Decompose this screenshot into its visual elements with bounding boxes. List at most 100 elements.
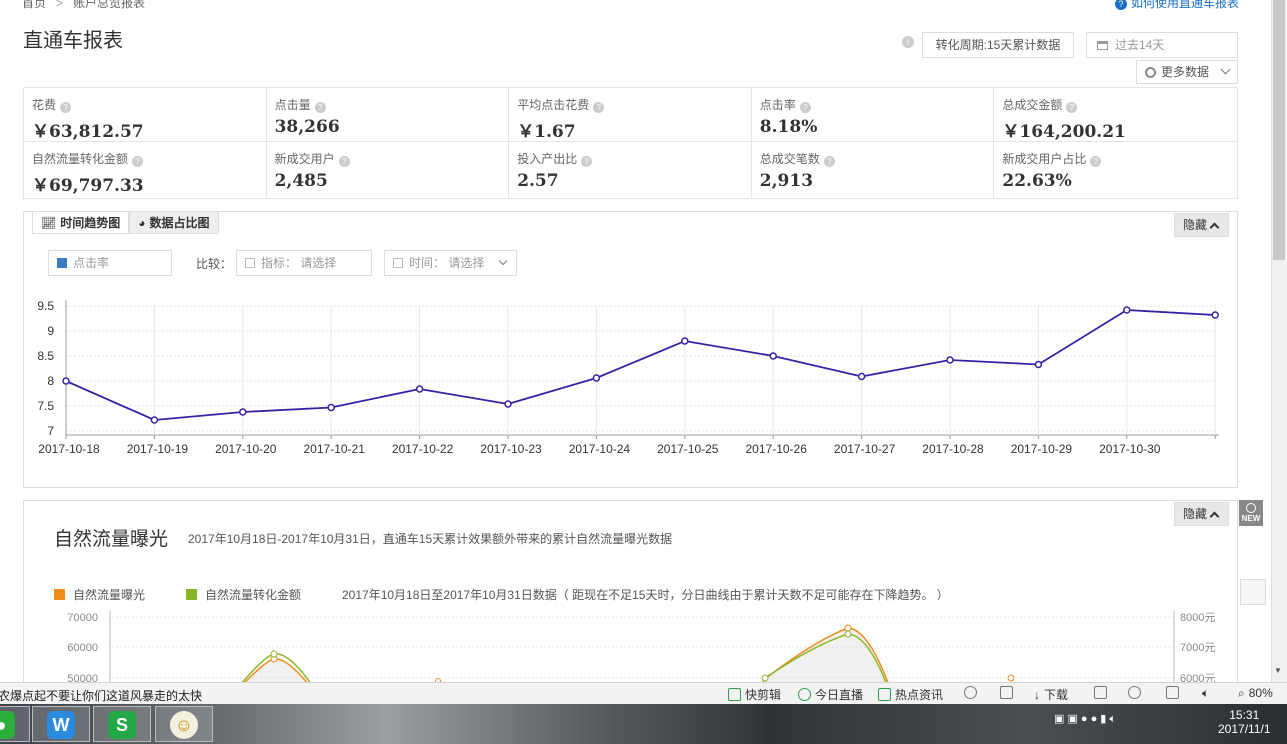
taskbar-app-browser[interactable]: ☺: [155, 706, 213, 742]
scroll-down-arrow-icon[interactable]: ▼: [1274, 666, 1282, 675]
taskbar-app-wechat[interactable]: ●: [0, 706, 30, 742]
x-tick-label: 2017-10-30: [1099, 442, 1161, 456]
help-icon[interactable]: ?: [314, 102, 326, 113]
breadcrumb-current: 账户总览报表: [73, 0, 146, 10]
metric-card: 花费? ￥63,812.57: [24, 88, 267, 142]
date-range-picker[interactable]: 过去14天: [1086, 32, 1238, 58]
status-quick-edit[interactable]: 快剪辑: [728, 686, 781, 703]
help-icon[interactable]: ?: [338, 156, 350, 167]
help-icon[interactable]: ?: [60, 102, 72, 113]
metric-label: 点击率?: [760, 96, 986, 113]
metric-card: 新成交用户? 2,485: [267, 142, 510, 198]
status-label: 今日直播: [815, 688, 864, 702]
status-label: 下载: [1044, 688, 1069, 702]
metric-value: 22.63%: [1002, 171, 1072, 191]
news-ticker[interactable]: 农爆点起不要让你们这道风暴走的太快: [0, 687, 202, 704]
hide-label: 隐藏: [1183, 507, 1208, 521]
metric-card: 平均点击花费? ￥1.67: [509, 88, 752, 142]
breadcrumb-home[interactable]: 首页: [22, 0, 46, 10]
page-title: 直通车报表: [23, 30, 123, 52]
metric-card: 点击量? 38,266: [266, 88, 510, 142]
section-subtitle: 2017年10月18日-2017年10月31日，直通车15天累计效果额外带来的累…: [188, 532, 673, 546]
data-point: [592, 374, 601, 382]
data-point: [415, 385, 424, 393]
hide-natural-button[interactable]: 隐藏: [1174, 502, 1229, 526]
breadcrumb-separator-icon: >: [56, 0, 64, 10]
more-data-label: 更多数据: [1161, 65, 1210, 79]
x-tick-label: 2017-10-19: [127, 442, 189, 456]
zoom-level: 80%: [1248, 686, 1273, 700]
browser-icon: [1128, 686, 1141, 699]
status-window[interactable]: [1166, 686, 1183, 700]
metric-card: 新成交用户占比? 22.63%: [994, 142, 1237, 198]
metric-card: 总成交金额? ￥164,200.21: [994, 88, 1237, 142]
status-live[interactable]: 今日直播: [798, 686, 863, 703]
tray-icons[interactable]: ▣ ▣ ● ● ▮ 🔈︎: [1054, 712, 1116, 726]
scrollbar-thumb[interactable]: [1273, 0, 1285, 260]
taskbar-app-sheet[interactable]: S: [93, 706, 151, 742]
y-tick-label: 7.5: [37, 399, 54, 413]
metric-card: 自然流量转化金额? ￥69,797.33: [24, 142, 267, 198]
x-tick-label: 2017-10-29: [1011, 442, 1073, 456]
data-point: [946, 356, 954, 364]
data-point: [844, 624, 852, 632]
taskbar-clock[interactable]: 15:31 2017/11/1: [1218, 708, 1271, 736]
status-zoom[interactable]: ⌕ 80%: [1238, 686, 1273, 701]
trend-line-chart: 9.5 9 8.5 8 7.5 7 2017-10-18 2017-10-19 2017-10-…: [37, 299, 1219, 456]
status-news[interactable]: 热点资讯: [878, 686, 943, 703]
data-point: [62, 377, 70, 385]
feedback-tool-button[interactable]: [1240, 579, 1266, 605]
metric-value: 2,913: [759, 171, 814, 191]
taskbar-app-word[interactable]: W: [32, 706, 90, 742]
status-volume[interactable]: 🔈︎: [1202, 686, 1209, 701]
data-point: [681, 337, 689, 345]
metric-label: 新成交用户?: [275, 150, 501, 167]
y-tick-label: 8: [47, 374, 54, 388]
data-point: [239, 408, 247, 416]
help-link[interactable]: ? 如何使用直通车报表: [1114, 0, 1239, 11]
date-range-value: 过去14天: [1115, 38, 1165, 52]
y-right-tick-label: 8000元: [1180, 612, 1215, 624]
y-tick-label: 9: [47, 324, 54, 338]
x-tick-label: 2017-10-24: [569, 442, 631, 456]
data-point: [761, 674, 769, 682]
series-line: [65, 309, 1216, 421]
info-icon[interactable]: i: [902, 36, 914, 48]
metric-value: 8.18%: [759, 117, 818, 137]
help-link-label[interactable]: 如何使用直通车报表: [1131, 0, 1239, 10]
legend-label: 自然流量转化金额: [205, 588, 302, 602]
status-flag[interactable]: [1094, 686, 1111, 700]
data-point: [844, 630, 852, 638]
zoom-icon: ⌕: [1238, 686, 1245, 700]
help-icon[interactable]: ?: [593, 102, 605, 113]
conversion-period-button[interactable]: 转化周期:15天累计数据: [922, 32, 1074, 58]
speaker-icon: 🔈︎: [1202, 686, 1210, 700]
data-point: [1123, 306, 1131, 314]
metric-label: 平均点击花费?: [517, 96, 743, 113]
metric-card: 总成交笔数? 2,913: [752, 142, 995, 198]
help-icon[interactable]: ?: [132, 156, 144, 167]
calendar-icon: [1097, 41, 1108, 50]
data-point: [857, 372, 866, 381]
metric-label: 自然流量转化金额?: [32, 150, 258, 167]
help-icon[interactable]: ?: [823, 156, 835, 167]
metric-label: 投入产出比?: [517, 150, 743, 167]
status-refresh[interactable]: [964, 686, 981, 700]
status-download[interactable]: ↓ 下载: [1034, 686, 1068, 703]
metric-label-text: 新成交用户: [274, 152, 335, 166]
metric-label-text: 总成交笔数: [759, 152, 820, 166]
metric-card: 投入产出比? 2.57: [509, 142, 752, 198]
status-pin[interactable]: [1000, 686, 1017, 700]
help-icon[interactable]: ?: [1066, 102, 1078, 113]
metric-label-text: 新成交用户占比: [1002, 152, 1087, 166]
more-data-button[interactable]: 更多数据: [1136, 60, 1238, 84]
natural-traffic-panel: 隐藏 自然流量曝光 2017年10月18日-2017年10月31日，直通车15天…: [23, 500, 1238, 700]
trend-panel: 📈︎ 时间趋势图 ◕ 数据占比图 隐藏 点击率 比较： 指标： 请选择 时间： 请选…: [23, 211, 1238, 488]
status-ie[interactable]: [1128, 686, 1145, 700]
help-icon[interactable]: ?: [799, 102, 811, 113]
x-tick-label: 2017-10-20: [215, 442, 277, 456]
metric-label: 花费?: [32, 96, 258, 113]
help-icon[interactable]: ?: [581, 156, 593, 167]
spreadsheet-icon: S: [108, 711, 136, 739]
help-icon[interactable]: ?: [1090, 156, 1102, 167]
